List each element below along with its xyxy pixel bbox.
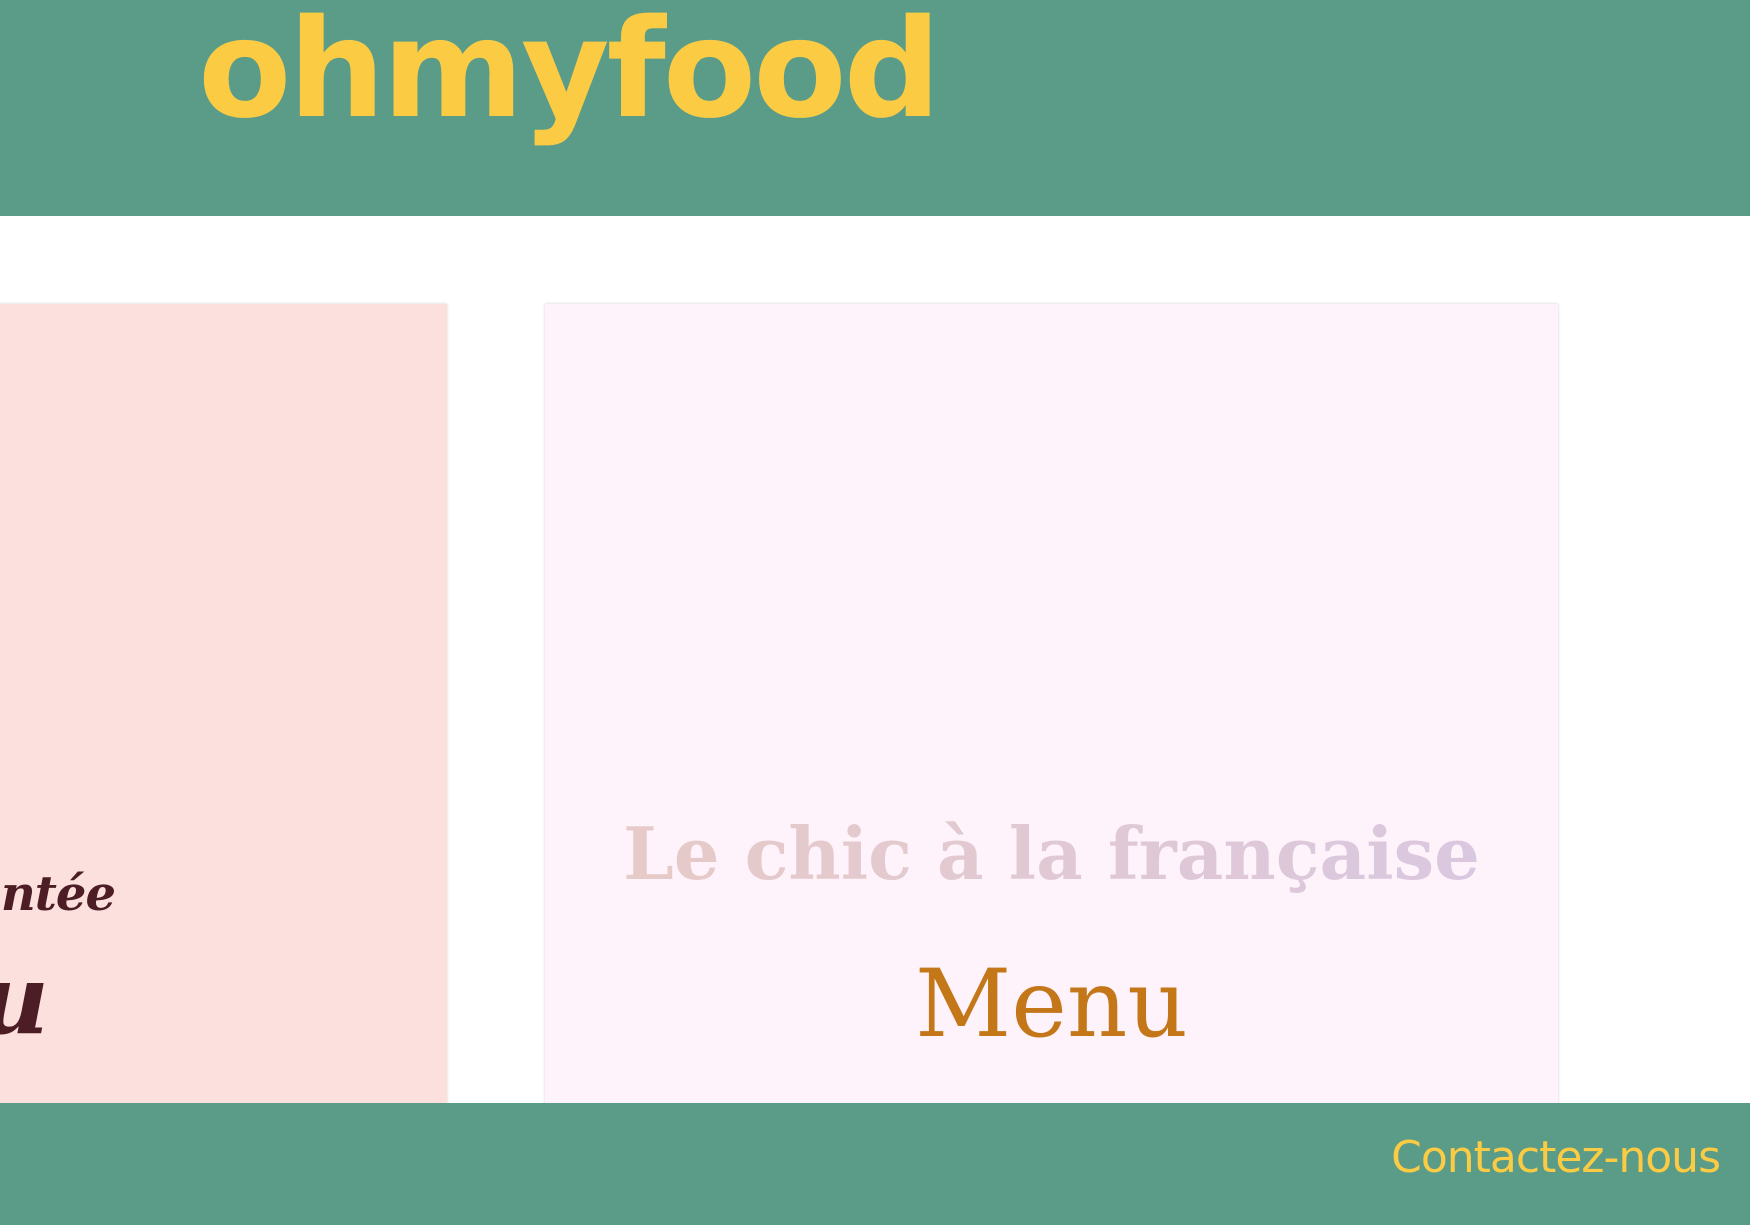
- right-restaurant-card[interactable]: Le chic à la française Menu: [545, 304, 1558, 1104]
- left-card-subtitle: antée: [0, 866, 116, 922]
- ohmyfood-logo[interactable]: ohmyfood: [198, 2, 941, 138]
- contact-link[interactable]: Contactez-nous: [1391, 1136, 1721, 1180]
- restaurant-tagline: Le chic à la française: [545, 811, 1558, 897]
- page: ohmyfood antée ou Le chic à la française…: [0, 0, 1750, 1225]
- left-card-title: ou: [0, 952, 49, 1048]
- menu-button[interactable]: Menu: [545, 949, 1558, 1062]
- site-header: ohmyfood: [0, 0, 1750, 216]
- left-restaurant-card[interactable]: antée ou: [0, 304, 447, 1104]
